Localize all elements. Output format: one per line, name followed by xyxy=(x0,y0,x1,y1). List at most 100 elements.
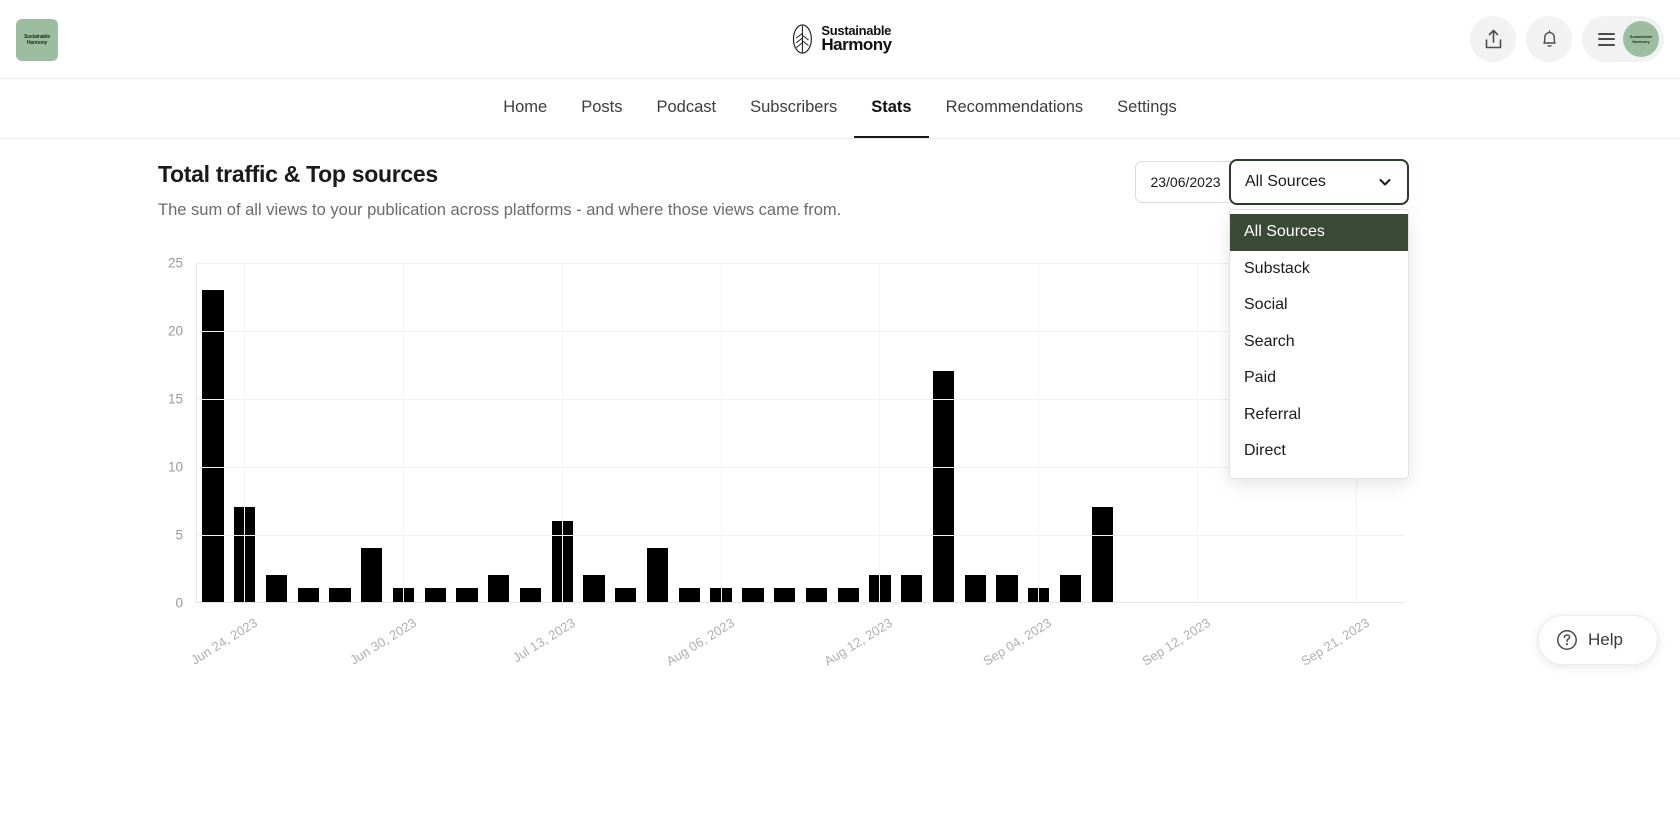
chevron-down-icon xyxy=(1377,174,1393,190)
bar-slot[interactable] xyxy=(1150,263,1182,602)
nav-label: Subscribers xyxy=(750,98,837,117)
source-option-search[interactable]: Search xyxy=(1230,324,1408,361)
bar[interactable] xyxy=(583,575,604,602)
bar-slot[interactable] xyxy=(515,263,547,602)
brand-logo[interactable]: Sustainable Harmony xyxy=(788,23,891,55)
option-label: Direct xyxy=(1244,442,1286,460)
bar[interactable] xyxy=(996,575,1017,602)
bar-slot[interactable] xyxy=(991,263,1023,602)
source-option-social[interactable]: Social xyxy=(1230,287,1408,324)
gridline-vertical xyxy=(562,263,563,603)
bar[interactable] xyxy=(838,588,859,602)
bar[interactable] xyxy=(266,575,287,602)
bar[interactable] xyxy=(202,290,223,602)
nav-item-subscribers[interactable]: Subscribers xyxy=(733,79,854,138)
bar[interactable] xyxy=(456,588,477,602)
bar-slot[interactable] xyxy=(451,263,483,602)
bar[interactable] xyxy=(742,588,763,602)
start-date-input[interactable]: 23/06/2023 xyxy=(1135,161,1236,203)
nav-label: Recommendations xyxy=(946,98,1084,117)
main-nav: Home Posts Podcast Subscribers Stats Rec… xyxy=(0,79,1680,139)
nav-item-recommendations[interactable]: Recommendations xyxy=(929,79,1101,138)
top-actions: Sustainable Harmony xyxy=(1470,16,1664,62)
source-option-all-sources[interactable]: All Sources xyxy=(1230,214,1408,251)
y-axis-tick-label: 20 xyxy=(155,324,183,339)
bar[interactable] xyxy=(806,588,827,602)
bar-slot[interactable] xyxy=(292,263,324,602)
source-select-button[interactable]: All Sources xyxy=(1229,159,1409,205)
bar[interactable] xyxy=(488,575,509,602)
publication-avatar[interactable]: Sustainable Harmony xyxy=(16,19,58,61)
bar-slot[interactable] xyxy=(578,263,610,602)
nav-item-podcast[interactable]: Podcast xyxy=(639,79,733,138)
bar-slot[interactable] xyxy=(896,263,928,602)
gridline-vertical xyxy=(1038,263,1039,603)
gridline-vertical xyxy=(244,263,245,603)
bar[interactable] xyxy=(1092,507,1113,602)
section-header: Total traffic & Top sources The sum of a… xyxy=(0,139,1680,249)
x-axis-tick-label: Aug 12, 2023 xyxy=(822,615,896,669)
page-subtitle: The sum of all views to your publication… xyxy=(158,199,868,221)
nav-item-stats[interactable]: Stats xyxy=(854,79,928,138)
bar-slot[interactable] xyxy=(1118,263,1150,602)
bar[interactable] xyxy=(615,588,636,602)
bar[interactable] xyxy=(901,575,922,602)
bar-slot[interactable] xyxy=(642,263,674,602)
bar-slot[interactable] xyxy=(769,263,801,602)
bar[interactable] xyxy=(361,548,382,602)
bar-slot[interactable] xyxy=(610,263,642,602)
bar[interactable] xyxy=(647,548,668,602)
nav-label: Posts xyxy=(581,98,622,117)
source-option-paid[interactable]: Paid xyxy=(1230,360,1408,397)
x-axis-labels: Jun 24, 2023Jun 30, 2023Jul 13, 2023Aug … xyxy=(196,609,1404,679)
traffic-bar-chart: 0510152025 Jun 24, 2023Jun 30, 2023Jul 1… xyxy=(0,253,1680,683)
bar[interactable] xyxy=(425,588,446,602)
bar-slot[interactable] xyxy=(356,263,388,602)
gridline-horizontal xyxy=(196,331,1404,332)
bar-slot[interactable] xyxy=(673,263,705,602)
bar-slot[interactable] xyxy=(483,263,515,602)
help-button[interactable]: Help xyxy=(1538,615,1658,665)
bar-slot[interactable] xyxy=(419,263,451,602)
nav-label: Settings xyxy=(1117,98,1177,117)
bar[interactable] xyxy=(298,588,319,602)
y-axis-tick-label: 25 xyxy=(155,256,183,271)
bar[interactable] xyxy=(774,588,795,602)
source-select-menu: All Sources Substack Social Search Paid … xyxy=(1229,209,1409,479)
bar-slot[interactable] xyxy=(1086,263,1118,602)
gridline-horizontal xyxy=(196,535,1404,536)
option-label: Paid xyxy=(1244,369,1276,387)
source-option-direct[interactable]: Direct xyxy=(1230,433,1408,470)
bar-slot[interactable] xyxy=(801,263,833,602)
bar[interactable] xyxy=(679,588,700,602)
bar-slot[interactable] xyxy=(324,263,356,602)
bar[interactable] xyxy=(933,371,954,602)
account-menu-button[interactable]: Sustainable Harmony xyxy=(1582,16,1664,62)
stats-content: Total traffic & Top sources The sum of a… xyxy=(0,139,1680,683)
bar-slot[interactable] xyxy=(959,263,991,602)
avatar-label: Sustainable Harmony xyxy=(1623,34,1659,44)
avatar[interactable]: Sustainable Harmony xyxy=(1623,21,1659,57)
bar-slot[interactable] xyxy=(928,263,960,602)
bar[interactable] xyxy=(1060,575,1081,602)
notifications-button[interactable] xyxy=(1526,16,1572,62)
bar[interactable] xyxy=(965,575,986,602)
gridline-vertical xyxy=(1197,263,1198,603)
nav-item-settings[interactable]: Settings xyxy=(1100,79,1194,138)
option-label: Referral xyxy=(1244,406,1301,424)
nav-item-posts[interactable]: Posts xyxy=(564,79,639,138)
bar-slot[interactable] xyxy=(261,263,293,602)
bar-slot[interactable] xyxy=(832,263,864,602)
gridline-horizontal xyxy=(196,399,1404,400)
bar-slot[interactable] xyxy=(1055,263,1087,602)
bar[interactable] xyxy=(520,588,541,602)
source-option-referral[interactable]: Referral xyxy=(1230,397,1408,434)
bar-slot[interactable] xyxy=(737,263,769,602)
bar-slot[interactable] xyxy=(197,263,229,602)
bar[interactable] xyxy=(329,588,350,602)
option-label: Substack xyxy=(1244,260,1310,278)
share-button[interactable] xyxy=(1470,16,1516,62)
gridline-horizontal xyxy=(196,263,1404,264)
nav-item-home[interactable]: Home xyxy=(486,79,564,138)
source-option-substack[interactable]: Substack xyxy=(1230,251,1408,288)
